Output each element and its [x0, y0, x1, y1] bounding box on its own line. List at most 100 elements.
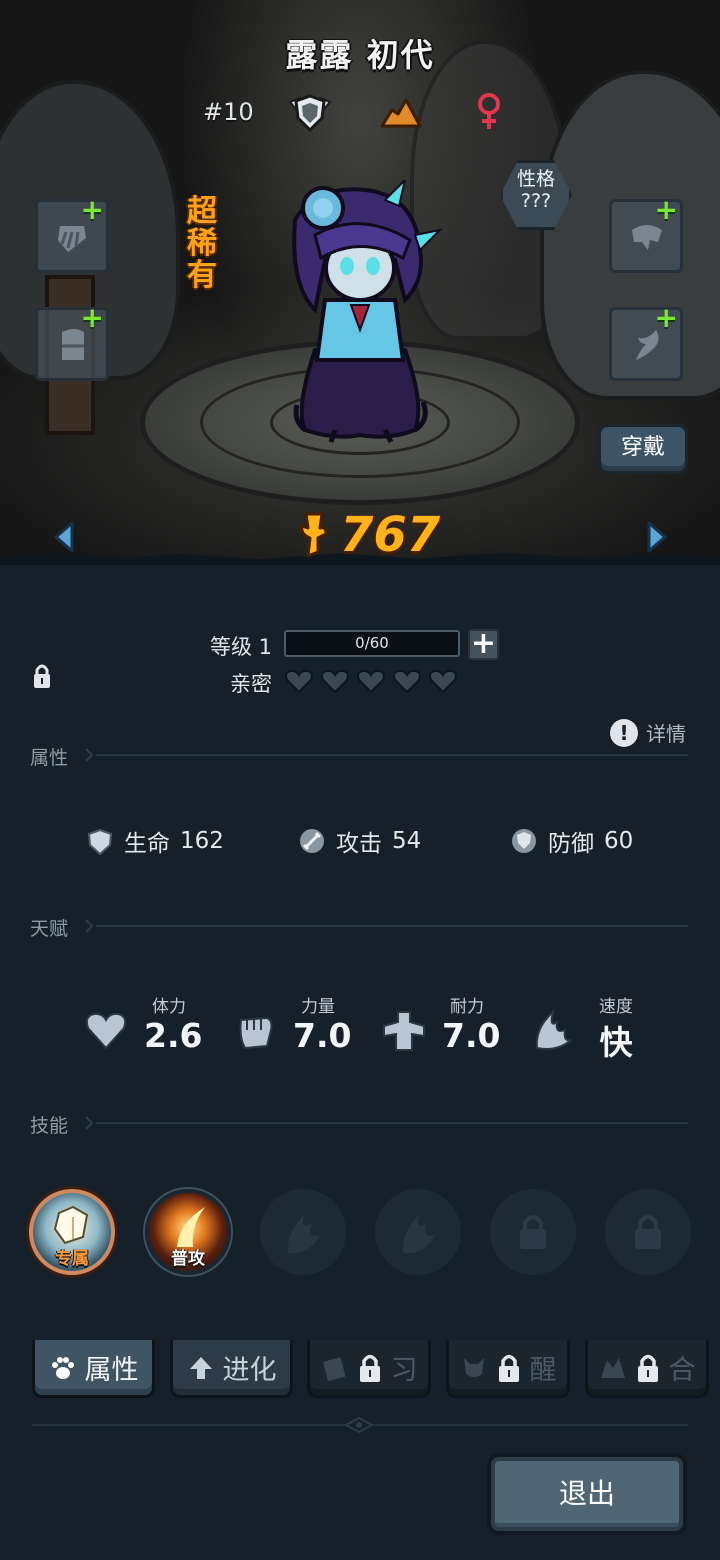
tab-label: 进化: [222, 1355, 277, 1386]
paw-icon: [51, 1356, 74, 1379]
tab-label: 习: [390, 1355, 418, 1386]
shield-icon: [512, 829, 536, 853]
detail-button[interactable]: ! 详情: [610, 718, 686, 747]
attr-label: 攻击: [336, 831, 382, 857]
skill-slot-locked[interactable]: [605, 1189, 691, 1275]
equip-slot-armor[interactable]: +: [35, 301, 109, 381]
section-title-skills: 技能: [30, 1115, 69, 1137]
xp-bar: 0/60: [284, 630, 460, 657]
talent-speed: 速度 快: [531, 990, 671, 1062]
lock-icon[interactable]: [32, 662, 52, 690]
rarity-label: 超稀有: [187, 194, 217, 293]
arrow-left-icon[interactable]: [52, 520, 76, 554]
fist-icon: [239, 1016, 273, 1050]
attr-value: 162: [180, 828, 224, 854]
tab-fusion[interactable]: 合: [585, 1340, 709, 1398]
add-icon: +: [654, 193, 678, 226]
skill-exclusive[interactable]: 专属: [29, 1189, 115, 1275]
heart-icon: [429, 669, 457, 694]
fusion-icon: [600, 1357, 625, 1378]
hero-name: 露露 初代: [285, 36, 435, 74]
lock-icon: [359, 1354, 380, 1382]
skill-slot-empty[interactable]: [375, 1189, 461, 1275]
skill-label: 普攻: [171, 1249, 205, 1269]
up-arrow-icon: [189, 1356, 212, 1379]
tab-label: 合: [668, 1355, 696, 1386]
trophy-icon: [300, 512, 328, 558]
lock-icon: [637, 1354, 658, 1382]
arrow-right-icon[interactable]: [645, 520, 669, 554]
power-value: 767: [340, 507, 441, 563]
talent-value: 2.6: [144, 1016, 203, 1055]
heart-icon: [321, 669, 349, 694]
talent-value: 快: [599, 1023, 633, 1062]
talent-label: 力量: [301, 997, 335, 1017]
flame-icon: [287, 1215, 320, 1254]
tab-learn[interactable]: 习: [307, 1340, 431, 1398]
intimacy-hearts: [284, 668, 458, 694]
wear-button[interactable]: 穿戴: [598, 424, 688, 474]
heart-icon: [393, 669, 421, 694]
talent-label: 耐力: [450, 997, 484, 1017]
section-title-talent: 天赋: [30, 918, 69, 940]
heart-icon: [285, 669, 313, 694]
section-divider: [84, 1115, 688, 1131]
equip-slot-accessory[interactable]: +: [609, 193, 683, 273]
talent-label: 体力: [152, 997, 186, 1017]
section-divider: [84, 918, 688, 934]
equip-slot-weapon[interactable]: +: [35, 193, 109, 273]
intimacy-label: 亲密: [230, 672, 272, 696]
talent-value: 7.0: [293, 1016, 352, 1055]
level-up-button[interactable]: +: [468, 629, 499, 660]
skill-label: 专属: [55, 1249, 89, 1269]
info-icon: !: [610, 718, 638, 747]
section-divider: [84, 747, 688, 763]
lock-icon: [635, 1215, 661, 1249]
skill-slot-locked[interactable]: [490, 1189, 576, 1275]
detail-label: 详情: [646, 722, 686, 746]
heart-shield-icon: [87, 828, 113, 855]
lock-icon: [498, 1354, 519, 1382]
attr-hp: 生命 162: [86, 824, 224, 858]
talent-endurance: 耐力 7.0: [382, 990, 522, 1060]
skill-basic-attack[interactable]: 普攻: [145, 1189, 231, 1275]
power-display: 767: [296, 505, 440, 565]
mountain-icon[interactable]: [380, 96, 422, 128]
level-label: 等级 1: [210, 635, 273, 659]
tab-attributes[interactable]: 属性: [32, 1340, 155, 1398]
talent-value: 7.0: [442, 1016, 501, 1055]
tab-evolve[interactable]: 进化: [170, 1340, 293, 1398]
demon-icon: [463, 1357, 484, 1377]
heart-icon: [85, 1012, 127, 1050]
talent-stamina: 体力 2.6: [84, 990, 224, 1060]
tab-label: 醒: [529, 1355, 557, 1386]
attr-defense: 防御 60: [510, 824, 633, 858]
add-icon: +: [80, 193, 104, 226]
wing-icon: [535, 1009, 572, 1050]
attr-value: 54: [392, 828, 422, 854]
female-icon: [478, 93, 500, 129]
tab-awaken[interactable]: 醒: [446, 1340, 570, 1398]
exit-button[interactable]: 退出: [487, 1453, 687, 1535]
heart-icon: [357, 669, 385, 694]
tab-label: 属性: [84, 1355, 139, 1386]
shield-wings-icon[interactable]: [286, 92, 334, 134]
xp-text: 0/60: [355, 634, 389, 652]
muscle-icon: [383, 1011, 425, 1051]
attr-label: 生命: [124, 831, 170, 857]
divider-ornament: [344, 1417, 374, 1433]
add-icon: +: [80, 301, 104, 334]
add-icon: +: [654, 301, 678, 334]
sword-icon: [300, 829, 324, 853]
equip-slot-charm[interactable]: +: [609, 301, 683, 381]
lock-icon: [520, 1215, 546, 1249]
hero-rank: #10: [203, 98, 254, 126]
hero-character: [292, 180, 444, 444]
talent-strength: 力量 7.0: [233, 990, 373, 1060]
book-icon: [322, 1356, 346, 1381]
skill-slot-empty[interactable]: [260, 1189, 346, 1275]
attr-value: 60: [604, 828, 634, 854]
personality-label: 性格 ???: [516, 168, 555, 212]
attr-label: 防御: [548, 831, 594, 857]
flame-icon: [402, 1215, 435, 1254]
